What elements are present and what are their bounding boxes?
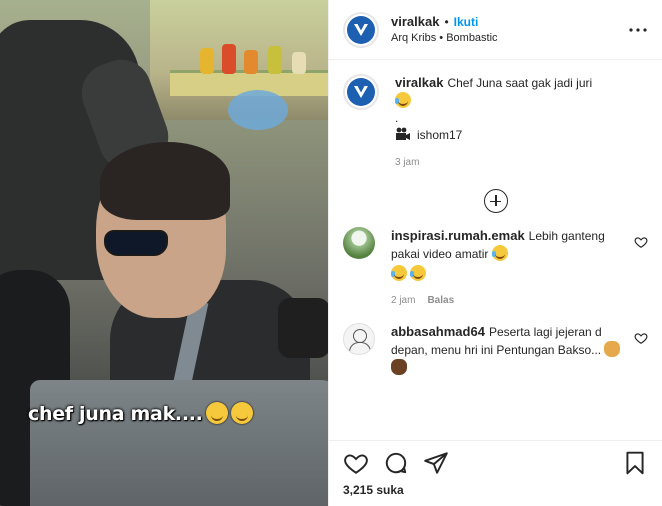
comment-icon[interactable] (383, 450, 409, 476)
caption-text: viralkak Chef Juna saat gak jadi juri (395, 74, 635, 92)
plus-circle-icon[interactable] (483, 189, 508, 213)
commenter-avatar[interactable] (343, 227, 375, 259)
viral-logo-icon (347, 78, 375, 106)
comment-body: abbasahmad64 Peserta lagi jejeran d depan… (391, 323, 621, 377)
laughing-face-icon (391, 265, 407, 281)
caption-credit: ishom17 (395, 127, 635, 146)
caption-dot: . (395, 111, 399, 125)
comment-item: inspirasi.rumah.emak Lebih ganteng pakai … (343, 227, 648, 309)
post-location[interactable]: Arq Kribs • Bombastic (391, 30, 498, 46)
caption-line: Chef Juna saat gak jadi juri (447, 76, 593, 90)
post-actions: 3,215 suka (329, 440, 662, 506)
caption-body: viralkak Chef Juna saat gak jadi juri . i… (395, 74, 635, 171)
smiling-face-icon (230, 402, 253, 424)
header-title-row: viralkak • Ikuti (391, 14, 498, 30)
comment-timestamp[interactable]: 2 jam (391, 292, 415, 309)
like-comment-heart-icon[interactable] (634, 235, 648, 249)
commenter-username[interactable]: abbasahmad64 (391, 324, 485, 339)
comment-meta: 2 jam Balas (391, 292, 621, 309)
header-meta: viralkak • Ikuti Arq Kribs • Bombastic (391, 14, 498, 46)
follow-button[interactable]: Ikuti (454, 14, 479, 30)
laughing-face-icon (395, 92, 411, 108)
author-avatar[interactable] (343, 11, 379, 48)
clapping-hands-icon (604, 341, 621, 357)
comment-text: inspirasi.rumah.emak Lebih ganteng pakai … (391, 227, 621, 263)
load-more-comments[interactable] (343, 189, 648, 213)
reply-button[interactable]: Balas (427, 292, 454, 309)
comment-body: inspirasi.rumah.emak Lebih ganteng pakai … (391, 227, 621, 309)
overlay-text: chef juna mak.... (28, 403, 203, 425)
viral-logo-icon (347, 15, 375, 44)
black-bag (278, 298, 328, 358)
laughing-face-icon (491, 245, 508, 261)
counter-foreground (30, 380, 328, 506)
like-count[interactable]: 3,215 suka (343, 483, 648, 497)
like-comment-heart-icon[interactable] (634, 331, 648, 345)
condiment-bottle (292, 52, 306, 74)
post-side-panel: viralkak • Ikuti Arq Kribs • Bombastic v… (328, 0, 662, 506)
author-username[interactable]: viralkak (391, 14, 439, 30)
condiment-bottle (200, 48, 214, 74)
caption-username[interactable]: viralkak (395, 75, 443, 90)
blue-bowl (228, 90, 288, 130)
smiling-face-icon (205, 402, 228, 424)
laughing-face-icon (410, 265, 427, 281)
video-text-overlay: chef juna mak.... (28, 402, 253, 425)
condiment-bottle (222, 44, 236, 74)
caption-timestamp[interactable]: 3 jam (395, 154, 635, 171)
comment-emoji-row (391, 265, 621, 283)
condiment-bottle (244, 50, 258, 74)
author-avatar[interactable] (343, 74, 379, 110)
instagram-post: chef juna mak.... viralkak • Ikuti Arq K… (0, 0, 662, 506)
comments-section[interactable]: viralkak Chef Juna saat gak jadi juri . i… (329, 60, 662, 440)
separator-dot: • (444, 14, 449, 29)
comment-item: abbasahmad64 Peserta lagi jejeran d depan… (343, 323, 648, 377)
commenter-username[interactable]: inspirasi.rumah.emak (391, 228, 525, 243)
sunglasses (104, 230, 168, 256)
credit-handle[interactable]: ishom17 (417, 128, 462, 142)
clapping-hands-icon (391, 359, 407, 375)
heart-icon[interactable] (343, 450, 369, 476)
action-icons-row (343, 449, 648, 477)
share-icon[interactable] (423, 450, 449, 476)
chef-hair (100, 142, 230, 220)
post-caption: viralkak Chef Juna saat gak jadi juri . i… (343, 74, 648, 171)
caption-emoji-row (395, 92, 635, 110)
more-options-icon[interactable] (628, 20, 648, 40)
post-video[interactable]: chef juna mak.... (0, 0, 328, 506)
comment-text: abbasahmad64 Peserta lagi jejeran d depan… (391, 323, 621, 377)
condiment-bottle (268, 46, 282, 74)
commenter-avatar[interactable] (343, 323, 375, 355)
post-header: viralkak • Ikuti Arq Kribs • Bombastic (329, 0, 662, 60)
video-camera-icon (395, 127, 411, 146)
bookmark-icon[interactable] (622, 450, 648, 476)
